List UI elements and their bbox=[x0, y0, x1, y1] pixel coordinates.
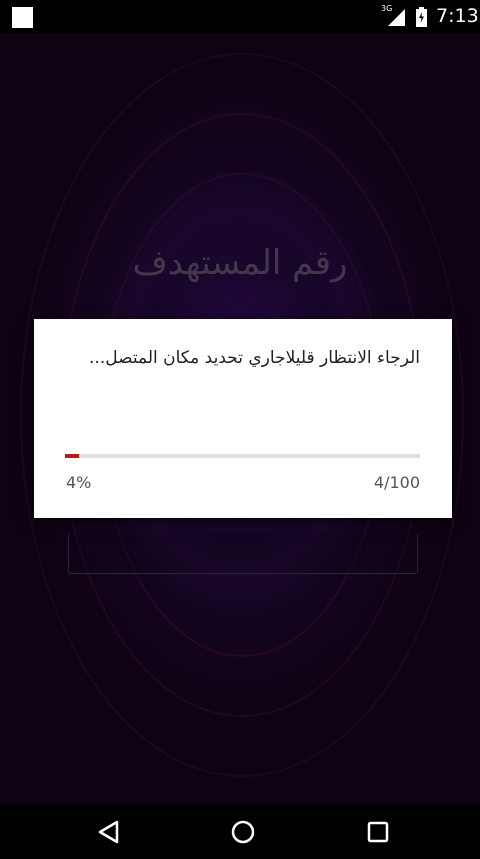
signal-icon bbox=[388, 9, 405, 26]
progress-count: 4/100 bbox=[373, 473, 420, 492]
progress-dialog: الرجاء الانتظار قليلاجاري تحديد مكان الم… bbox=[34, 319, 452, 518]
clock: 7:13 bbox=[436, 5, 479, 27]
home-icon bbox=[231, 820, 255, 844]
navigation-bar bbox=[0, 804, 480, 859]
back-button[interactable] bbox=[91, 814, 127, 850]
home-button[interactable] bbox=[225, 814, 261, 850]
back-icon bbox=[98, 820, 119, 844]
progress-bar-fill bbox=[65, 454, 80, 458]
battery-icon bbox=[416, 7, 427, 27]
recents-icon bbox=[367, 821, 389, 843]
progress-percent: 4% bbox=[66, 473, 92, 492]
recents-button[interactable] bbox=[360, 814, 396, 850]
dialog-message: الرجاء الانتظار قليلاجاري تحديد مكان الم… bbox=[89, 348, 420, 368]
progress-bar bbox=[65, 454, 420, 458]
notification-square-icon bbox=[12, 7, 33, 28]
status-bar: 3G 7:13 bbox=[0, 0, 480, 33]
